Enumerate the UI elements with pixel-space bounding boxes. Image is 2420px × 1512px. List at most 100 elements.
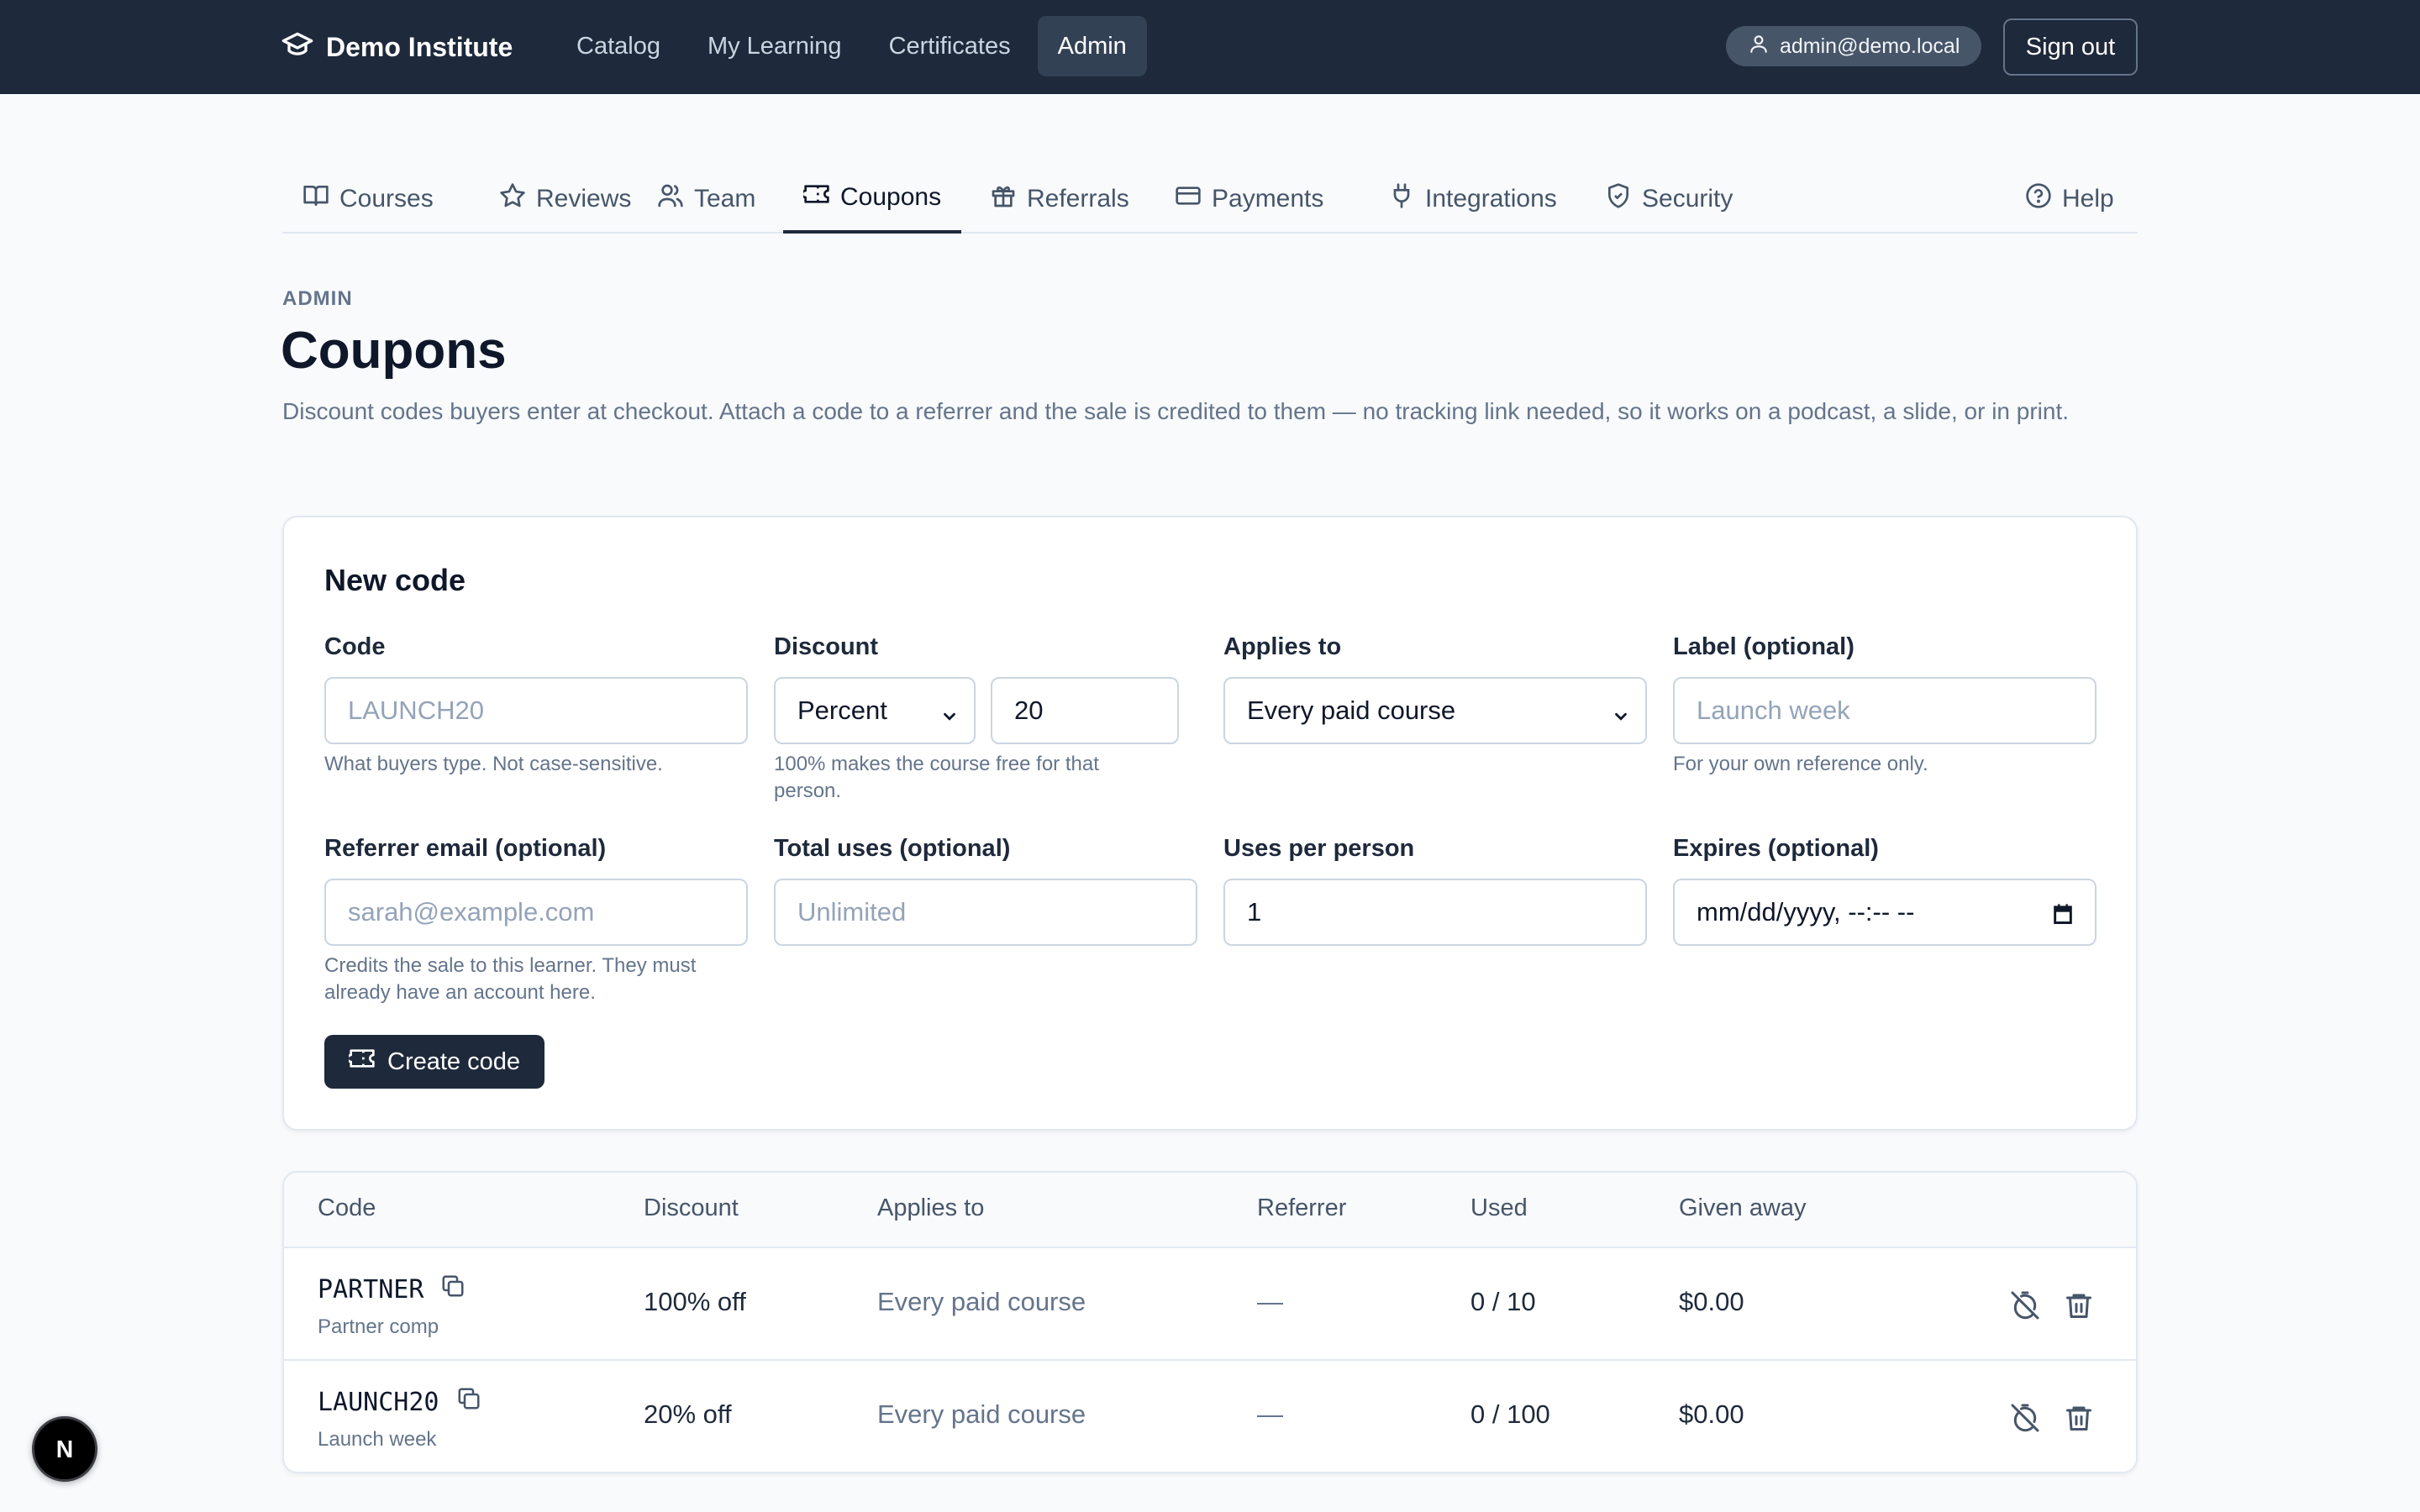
coupon-discount: 20% off [644, 1399, 732, 1429]
trash-icon[interactable] [2064, 1403, 2094, 1433]
calendar-icon[interactable] [2051, 902, 2075, 926]
tab-label: Team [694, 185, 756, 213]
coupon-given-away: $0.00 [1679, 1287, 1744, 1316]
tab-coupons[interactable]: Coupons [783, 165, 962, 234]
users-icon [657, 182, 684, 216]
ticket-icon [801, 181, 830, 214]
total-uses-label: Total uses (optional) [774, 835, 1011, 862]
expires-datetime-input[interactable]: mm/dd/yyyy, --:-- -- [1673, 879, 2096, 946]
coupon-used: 0 / 10 [1470, 1287, 1536, 1316]
user-email: admin@demo.local [1780, 34, 1960, 58]
nav-certificates[interactable]: Certificates [869, 16, 1031, 76]
new-code-card: New code Code LAUNCH20 What buyers type.… [282, 516, 2138, 1131]
discount-amount-input[interactable]: 20 [991, 677, 1179, 744]
applies-to-label: Applies to [1223, 633, 1342, 660]
code-help: What buyers type. Not case-sensitive. [324, 753, 663, 775]
tab-label: Coupons [840, 183, 942, 211]
code-input[interactable]: LAUNCH20 [324, 677, 748, 744]
col-referrer: Referrer [1257, 1194, 1347, 1221]
coupon-code: PARTNER [318, 1273, 466, 1305]
brand-link[interactable]: Demo Institute [281, 27, 513, 67]
tab-referrals[interactable]: Referrals [970, 165, 1150, 234]
col-used: Used [1470, 1194, 1528, 1221]
create-code-button[interactable]: Create code [324, 1035, 544, 1089]
user-icon [1748, 33, 1770, 60]
timer-off-icon[interactable] [2010, 1290, 2040, 1320]
help-link[interactable]: Help [2005, 165, 2134, 234]
expires-placeholder: mm/dd/yyyy, --:-- -- [1697, 897, 1915, 927]
ticket-icon [346, 1045, 376, 1079]
coupon-applies-to: Every paid course [877, 1399, 1086, 1429]
plug-icon [1388, 182, 1415, 216]
admin-tabs: Courses Reviews Team Coupons Referrals P… [282, 165, 2138, 234]
coupon-applies-to: Every paid course [877, 1287, 1086, 1316]
page-title: Coupons [281, 322, 507, 380]
coupon-referrer: — [1257, 1287, 1283, 1316]
credit-card-icon [1175, 182, 1202, 216]
help-label: Help [2062, 185, 2114, 213]
tab-label: Courses [339, 185, 434, 213]
create-code-label: Create code [387, 1047, 520, 1075]
tab-team[interactable]: Team [637, 165, 776, 234]
n-logo-icon: N [56, 1436, 73, 1463]
shield-icon [1605, 182, 1632, 216]
discount-label: Discount [774, 633, 879, 660]
label-input[interactable]: Launch week [1673, 677, 2096, 744]
col-given-away: Given away [1679, 1194, 1807, 1221]
coupon-code-text: PARTNER [318, 1274, 424, 1305]
uses-per-person-label: Uses per person [1223, 835, 1415, 862]
discount-type-select[interactable]: Percent [774, 677, 976, 744]
applies-to-value: Every paid course [1247, 696, 1456, 725]
tab-reviews[interactable]: Reviews [479, 165, 651, 234]
tab-integrations[interactable]: Integrations [1368, 165, 1577, 234]
tab-label: Security [1642, 185, 1733, 213]
card-title: New code [324, 563, 466, 597]
coupons-table: Code Discount Applies to Referrer Used G… [282, 1171, 2138, 1473]
top-navbar: Demo Institute Catalog My Learning Certi… [0, 0, 2420, 94]
coupon-used: 0 / 100 [1470, 1399, 1550, 1429]
sign-out-button[interactable]: Sign out [2003, 18, 2138, 76]
tab-security[interactable]: Security [1585, 165, 1753, 234]
applies-to-select[interactable]: Every paid course [1223, 677, 1647, 744]
page-eyebrow: ADMIN [282, 287, 353, 310]
tab-label: Reviews [536, 185, 632, 213]
code-label: Code [324, 633, 386, 660]
timer-off-icon[interactable] [2010, 1403, 2040, 1433]
star-icon [499, 182, 526, 216]
total-uses-input[interactable]: Unlimited [774, 879, 1197, 946]
tab-label: Referrals [1027, 185, 1129, 213]
col-code: Code [318, 1194, 376, 1221]
main-nav: Catalog My Learning Certificates Admin [556, 16, 1147, 76]
referrer-label: Referrer email (optional) [324, 835, 607, 862]
nav-my-learning[interactable]: My Learning [687, 16, 862, 76]
page-description: Discount codes buyers enter at checkout.… [282, 398, 2070, 424]
copy-icon[interactable] [440, 1273, 466, 1305]
trash-icon[interactable] [2064, 1290, 2094, 1320]
table-row: LAUNCH20 Launch week 20% off Every paid … [284, 1359, 2136, 1472]
nav-admin[interactable]: Admin [1037, 16, 1147, 76]
label-help: For your own reference only. [1673, 753, 1928, 775]
table-header: Code Discount Applies to Referrer Used G… [284, 1173, 2136, 1247]
expires-label: Expires (optional) [1673, 835, 1879, 862]
chevron-down-icon [940, 702, 959, 721]
copy-icon[interactable] [456, 1386, 481, 1418]
col-applies-to: Applies to [877, 1194, 985, 1221]
graduation-cap-icon [281, 27, 314, 67]
user-menu[interactable]: admin@demo.local [1726, 26, 1982, 66]
uses-per-person-input[interactable]: 1 [1223, 879, 1647, 946]
tab-payments[interactable]: Payments [1155, 165, 1344, 234]
coupon-label: Partner comp [318, 1315, 439, 1338]
discount-help: 100% makes the course free for that pers… [774, 753, 1099, 802]
referrer-email-input[interactable]: sarah@example.com [324, 879, 748, 946]
tab-courses[interactable]: Courses [282, 165, 454, 234]
nav-catalog[interactable]: Catalog [556, 16, 681, 76]
label-field-label: Label (optional) [1673, 633, 1854, 660]
coupon-given-away: $0.00 [1679, 1399, 1744, 1429]
coupon-code-text: LAUNCH20 [318, 1387, 439, 1417]
help-circle-icon [2025, 182, 2052, 216]
tab-label: Integrations [1425, 185, 1557, 213]
coupon-label: Launch week [318, 1428, 437, 1451]
col-discount: Discount [644, 1194, 739, 1221]
coupon-code: LAUNCH20 [318, 1386, 481, 1418]
dev-tools-badge[interactable]: N [32, 1416, 97, 1482]
